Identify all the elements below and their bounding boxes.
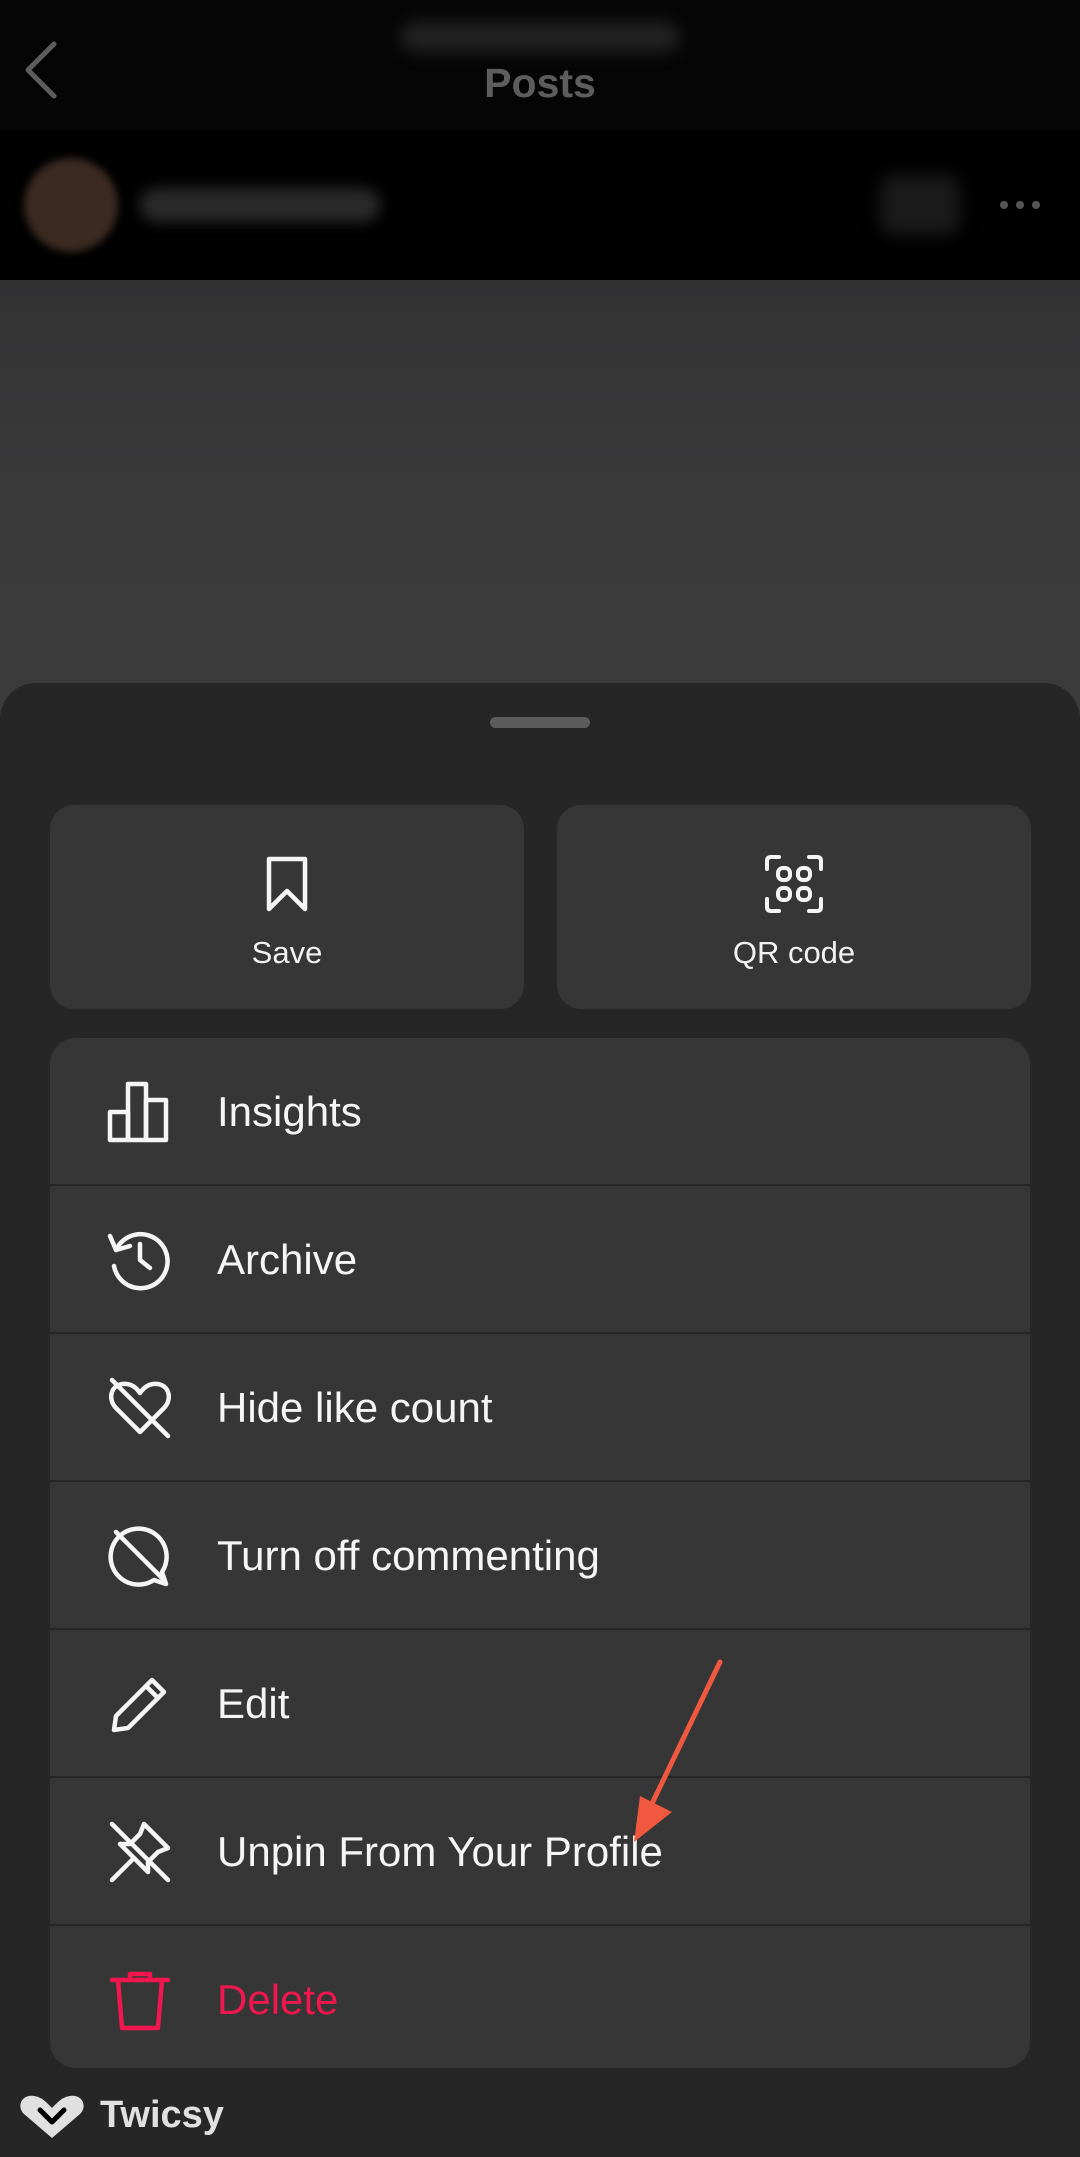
bar-chart-icon bbox=[107, 1081, 169, 1143]
options-menu: Insights Archive Hide like count Turn of… bbox=[50, 1038, 1030, 2068]
qr-code-button[interactable]: QR code bbox=[557, 805, 1031, 1009]
menu-item-delete[interactable]: Delete bbox=[50, 1926, 1030, 2068]
menu-label-turn-off-commenting: Turn off commenting bbox=[217, 1532, 600, 1579]
comment-off-icon bbox=[108, 1526, 169, 1587]
options-sheet: Save QR code Insights Archive Hide like … bbox=[0, 683, 1080, 2157]
avatar[interactable] bbox=[24, 158, 118, 252]
top-bar: Posts bbox=[0, 0, 1080, 130]
more-horizontal-icon bbox=[1000, 201, 1040, 209]
menu-label-unpin-from-profile: Unpin From Your Profile bbox=[217, 1828, 663, 1875]
menu-label-delete: Delete bbox=[217, 1976, 339, 2023]
menu-item-hide-like-count[interactable]: Hide like count bbox=[50, 1334, 1030, 1481]
sheet-grabber[interactable] bbox=[490, 717, 590, 728]
menu-item-archive[interactable]: Archive bbox=[50, 1186, 1030, 1333]
more-options-button[interactable] bbox=[996, 190, 1044, 220]
save-label: Save bbox=[251, 935, 323, 970]
blurred-header-button bbox=[880, 175, 960, 235]
menu-label-archive: Archive bbox=[217, 1236, 358, 1283]
page-title: Posts bbox=[484, 60, 596, 106]
menu-label-hide-like-count: Hide like count bbox=[217, 1384, 493, 1431]
twicsy-logo-icon bbox=[20, 2095, 84, 2138]
qr-code-label: QR code bbox=[732, 935, 856, 970]
post-header bbox=[0, 130, 1080, 280]
menu-label-edit: Edit bbox=[217, 1680, 290, 1727]
blurred-account-name bbox=[140, 188, 380, 222]
menu-item-insights[interactable]: Insights bbox=[50, 1038, 1030, 1185]
heart-off-icon bbox=[108, 1377, 172, 1439]
trash-icon bbox=[109, 1971, 171, 2031]
blurred-username bbox=[400, 22, 680, 52]
pencil-icon bbox=[111, 1677, 167, 1733]
save-button[interactable]: Save bbox=[50, 805, 524, 1009]
menu-item-unpin-from-profile[interactable]: Unpin From Your Profile bbox=[50, 1778, 1030, 1925]
menu-item-edit[interactable]: Edit bbox=[50, 1630, 1030, 1777]
arrow-annotation-icon bbox=[634, 1659, 723, 1842]
menu-label-insights: Insights bbox=[217, 1088, 362, 1135]
archive-history-icon bbox=[107, 1231, 170, 1291]
bookmark-icon bbox=[266, 856, 308, 912]
watermark-text: Twicsy bbox=[100, 2094, 224, 2136]
menu-item-turn-off-commenting[interactable]: Turn off commenting bbox=[50, 1482, 1030, 1629]
qr-code-icon bbox=[765, 855, 823, 913]
unpin-icon bbox=[109, 1821, 171, 1883]
